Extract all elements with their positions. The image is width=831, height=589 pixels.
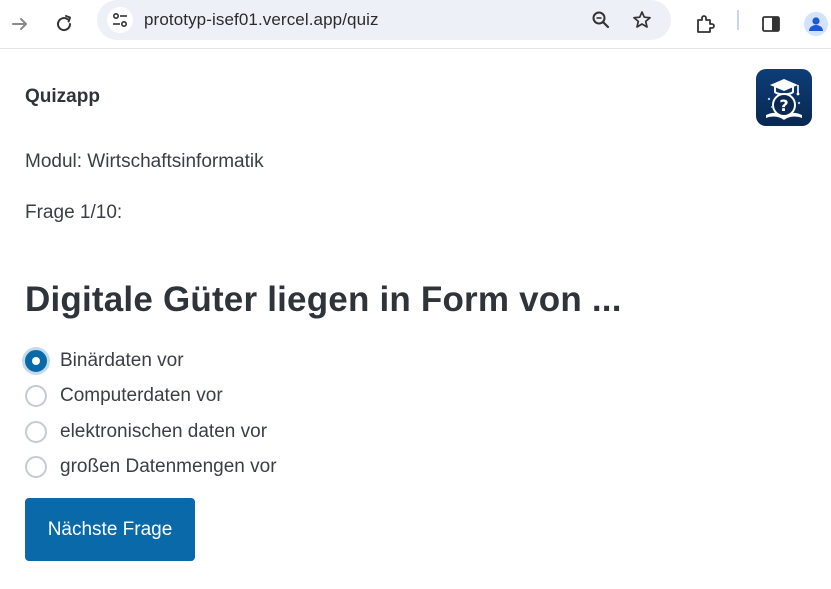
answer-option-1[interactable]: Binärdaten vor: [25, 343, 277, 379]
profile-icon[interactable]: [801, 9, 831, 39]
app-title: Quizapp: [25, 86, 100, 107]
browser-toolbar: prototyp-isef01.vercel.app/quiz: [0, 0, 831, 49]
answer-label: elektronischen daten vor: [60, 420, 268, 442]
answer-option-4[interactable]: großen Datenmengen vor: [25, 450, 277, 486]
zoom-icon[interactable]: [586, 5, 616, 35]
radio-button[interactable]: [25, 420, 47, 443]
site-info-icon[interactable]: [107, 7, 133, 33]
quiz-logo-icon: ?: [756, 69, 812, 126]
answer-label: großen Datenmengen vor: [60, 456, 277, 478]
svg-text:?: ?: [779, 96, 788, 115]
extensions-icon[interactable]: [690, 9, 720, 39]
toolbar-divider: [737, 10, 739, 30]
radio-button[interactable]: [25, 456, 47, 479]
address-bar[interactable]: prototyp-isef01.vercel.app/quiz: [97, 0, 671, 40]
answer-option-3[interactable]: elektronischen daten vor: [25, 414, 277, 450]
side-panel-icon[interactable]: [756, 9, 786, 39]
question-progress: Frage 1/10:: [25, 202, 123, 223]
radio-button[interactable]: [25, 385, 47, 408]
forward-icon[interactable]: [5, 9, 35, 39]
module-label: Modul: Wirtschaftsinformatik: [25, 151, 264, 172]
answer-option-2[interactable]: Computerdaten vor: [25, 379, 277, 415]
url-text[interactable]: prototyp-isef01.vercel.app/quiz: [144, 10, 379, 30]
reload-icon[interactable]: [49, 9, 79, 39]
next-question-button[interactable]: Nächste Frage: [25, 498, 195, 561]
answer-label: Binärdaten vor: [60, 349, 184, 371]
question-title: Digitale Güter liegen in Form von ...: [25, 280, 622, 319]
answer-options: Binärdaten vor Computerdaten vor elektro…: [25, 343, 277, 485]
radio-button[interactable]: [25, 349, 47, 372]
answer-label: Computerdaten vor: [60, 385, 223, 407]
bookmark-star-icon[interactable]: [627, 5, 657, 35]
